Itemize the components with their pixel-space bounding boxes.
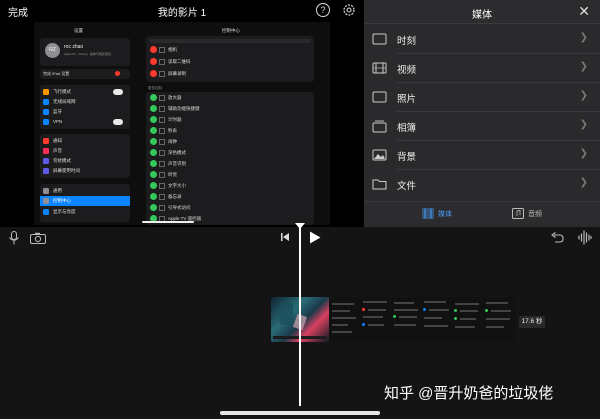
landscape-icon [372, 149, 387, 161]
video-preview[interactable]: 设置 控制中心 RZ roc zhao Apple ID、iCloud、媒体与购… [0, 22, 364, 227]
profile-name: roc zhao [64, 44, 84, 50]
tab-media[interactable]: 媒体 [422, 208, 452, 219]
preview-frame: 设置 控制中心 RZ roc zhao Apple ID、iCloud、媒体与购… [34, 22, 330, 225]
settings-heading: 设置 [74, 28, 83, 33]
media-tab-icon [422, 208, 434, 219]
media-item-video[interactable]: 视频 ❯ [364, 54, 600, 83]
clip-thumbnail [452, 297, 484, 342]
profile-subtitle: Apple ID、iCloud、媒体与购买项目 [64, 52, 112, 56]
control-center-heading: 控制中心 [222, 28, 240, 33]
top-bar: 完成 我的影片 1 ? [0, 0, 364, 22]
folder-icon [372, 179, 387, 190]
skip-to-start-icon[interactable] [280, 232, 290, 242]
media-item-photos[interactable]: 照片 ❯ [364, 83, 600, 112]
moments-icon [372, 33, 387, 45]
chevron-right-icon: ❯ [579, 148, 588, 159]
project-title: 我的影片 1 [157, 8, 207, 19]
chevron-right-icon: ❯ [579, 32, 588, 43]
camera-icon[interactable] [30, 232, 46, 244]
media-item-label: 背景 [397, 152, 417, 163]
gear-icon[interactable] [342, 3, 356, 17]
chevron-right-icon: ❯ [579, 90, 588, 101]
clip-thumbnail [390, 297, 422, 342]
photo-frame-icon [372, 91, 387, 103]
connectivity-group: 飞行模式 无线局域网 蓝牙 VPN [40, 85, 130, 129]
audio-waveform-icon[interactable] [578, 230, 592, 245]
notification-group: 通知 声音 勿扰模式 屏幕使用时间 [40, 134, 130, 178]
chevron-right-icon: ❯ [579, 177, 588, 188]
clip-duration-label: 17.6 秒 [519, 316, 545, 328]
media-item-label: 视频 [397, 65, 417, 76]
tab-audio[interactable]: 音频 [512, 208, 542, 219]
album-icon [372, 120, 387, 133]
chevron-right-icon: ❯ [579, 61, 588, 72]
playhead[interactable] [299, 225, 301, 406]
general-group: 通用 控制中心 显示与亮度 [40, 184, 130, 222]
video-clip[interactable] [271, 297, 516, 342]
clip-thumbnail [328, 297, 360, 342]
profile-card: RZ roc zhao Apple ID、iCloud、媒体与购买项目 [40, 38, 130, 66]
media-item-moments[interactable]: 时刻 ❯ [364, 25, 600, 54]
media-item-label: 照片 [397, 94, 417, 105]
home-indicator[interactable] [220, 411, 380, 415]
undo-icon[interactable] [550, 232, 564, 244]
clip-thumbnail [421, 297, 453, 342]
media-panel-header: 媒体 ✕ [364, 0, 600, 24]
media-item-label: 时刻 [397, 36, 417, 47]
media-panel: 媒体 ✕ 时刻 ❯ 视频 ❯ 照片 ❯ 相簿 ❯ 背景 ❯ 文件 ❯ 媒体 音频 [364, 0, 600, 227]
film-icon [372, 62, 387, 74]
media-panel-title: 媒体 [472, 10, 492, 21]
finish-setup-card: 完成 iPad 设置 [40, 69, 130, 79]
clip-thumbnail [359, 297, 391, 342]
preview-scrubber[interactable] [142, 221, 194, 223]
clip-thumbnail [483, 297, 516, 342]
media-item-label: 文件 [397, 181, 417, 192]
watermark: 知乎 @晋升奶爸的垃圾佬 [384, 385, 554, 402]
microphone-icon[interactable] [8, 231, 20, 245]
avatar: RZ [45, 43, 60, 58]
media-tab-bar: 媒体 音频 [364, 201, 600, 227]
media-item-label: 相簿 [397, 123, 417, 134]
close-icon[interactable]: ✕ [578, 4, 590, 18]
media-item-albums[interactable]: 相簿 ❯ [364, 112, 600, 141]
included-controls-card: 相机 读取二维码 屏幕录制 [146, 36, 314, 82]
music-note-icon [512, 208, 524, 219]
media-item-backgrounds[interactable]: 背景 ❯ [364, 141, 600, 170]
more-controls-card: 放大器 辅助功能快捷键 计时器 秒表 闹钟 深色模式 声音识别 听觉 文字大小 … [146, 92, 314, 225]
chevron-right-icon: ❯ [579, 119, 588, 130]
play-icon[interactable] [309, 231, 321, 244]
help-icon[interactable]: ? [316, 3, 330, 17]
more-controls-label: 更多控制 [148, 86, 162, 90]
media-item-files[interactable]: 文件 ❯ [364, 170, 600, 199]
